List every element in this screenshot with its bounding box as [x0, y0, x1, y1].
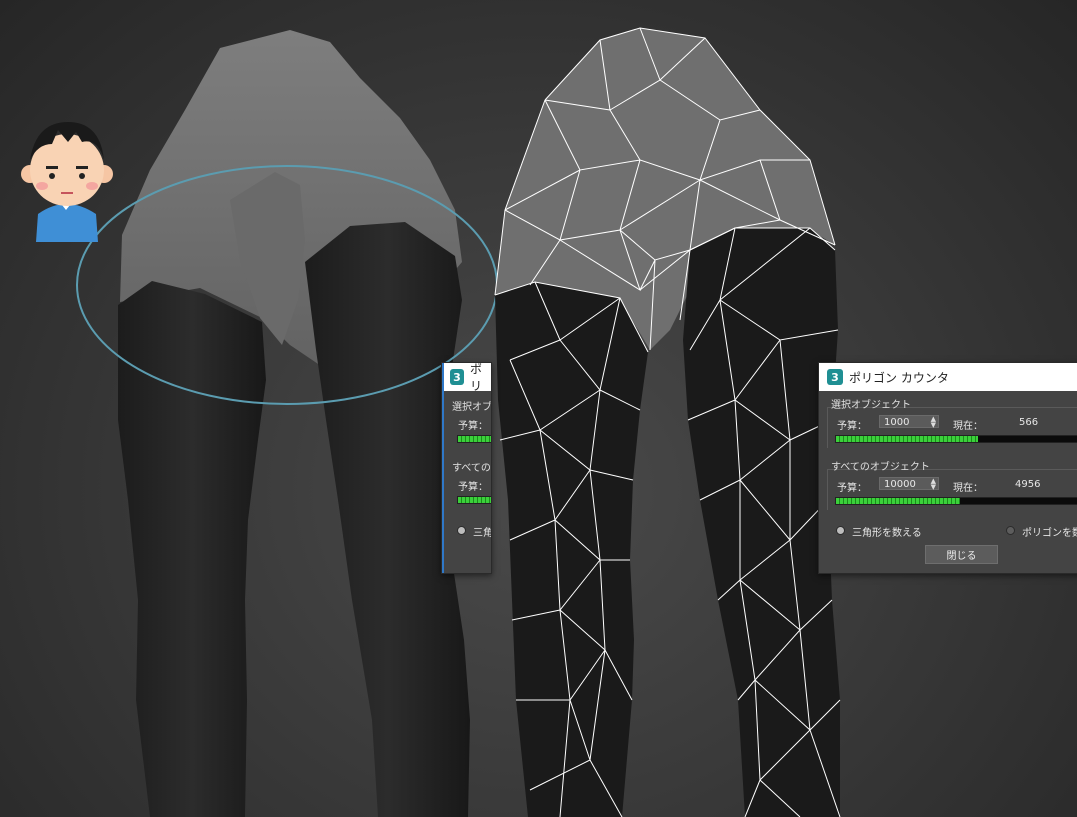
selected-budget-spinner[interactable]: 1000 ▲ ▼: [879, 415, 939, 429]
all-objects-label: すべての: [452, 463, 491, 474]
selected-progress-bar: [457, 435, 491, 443]
all-progress-bar: [835, 497, 1077, 505]
dialog-focus-edge: [442, 363, 444, 573]
shaded-model[interactable]: [118, 30, 470, 817]
selected-budget-label: 予算：: [458, 421, 488, 432]
count-triangles-label: 三角: [473, 528, 492, 539]
3dsmax-app-icon: 3: [450, 369, 464, 385]
all-budget-spinner[interactable]: 10000 ▲ ▼: [879, 477, 939, 491]
count-triangles-radio[interactable]: [836, 526, 845, 535]
count-triangles-label: 三角形を数える: [852, 528, 922, 539]
selected-budget-value: 1000: [884, 417, 910, 428]
count-polygons-radio[interactable]: [1006, 526, 1015, 535]
spinner-arrows-icon[interactable]: ▲ ▼: [931, 416, 936, 429]
wireframe-model-right-leg: [683, 228, 840, 817]
selected-budget-label: 予算：: [837, 421, 867, 432]
polygon-counter-dialog[interactable]: 3 ポリゴン カウンタ 選択オブジェクト 予算： 1000 ▲ ▼ 現在： 566…: [818, 362, 1077, 574]
wireframe-model-left-leg: [495, 282, 648, 817]
person-avatar-icon: [21, 122, 113, 242]
all-objects-label: すべてのオブジェクト: [831, 462, 930, 473]
selected-current-value: 566: [1019, 417, 1039, 428]
dialog-title: ポリゴン カウンタ: [849, 370, 949, 385]
dialog-titlebar[interactable]: 3 ポリゴン カウンタ: [819, 363, 1077, 391]
count-triangles-radio[interactable]: [457, 526, 466, 535]
dialog-titlebar[interactable]: 3 ポリ: [442, 362, 491, 393]
all-progress-fill: [836, 498, 960, 504]
polygon-counter-dialog-left[interactable]: 3 ポリ 選択オブジェクト 予算： すべての 予算： 三角: [441, 362, 492, 574]
wireframe-model[interactable]: [494, 27, 841, 817]
all-budget-label: 予算：: [458, 482, 488, 493]
all-current-label: 現在：: [953, 483, 983, 494]
close-button-label: 閉じる: [946, 551, 977, 562]
selected-progress-fill: [836, 436, 978, 442]
selected-current-label: 現在：: [953, 421, 983, 432]
close-button[interactable]: 閉じる: [925, 545, 998, 564]
3d-viewport[interactable]: 3 ポリ 選択オブジェクト 予算： すべての 予算： 三角 3 ポリゴン カウン…: [0, 0, 1077, 817]
selected-objects-label: 選択オブジェクト: [452, 402, 492, 413]
all-progress-bar: [457, 496, 491, 504]
all-budget-label: 予算：: [837, 483, 867, 494]
selected-progress-bar: [835, 435, 1077, 443]
spinner-arrows-icon[interactable]: ▲ ▼: [931, 478, 936, 491]
3dsmax-app-icon: 3: [827, 369, 843, 385]
all-current-value: 4956: [1015, 479, 1041, 490]
selected-objects-label: 選択オブジェクト: [831, 400, 911, 411]
shaded-model-left-leg: [118, 281, 266, 817]
dialog-title: ポリ: [470, 362, 483, 393]
count-polygons-label: ポリゴンを数え: [1022, 528, 1077, 539]
all-budget-value: 10000: [884, 479, 916, 490]
